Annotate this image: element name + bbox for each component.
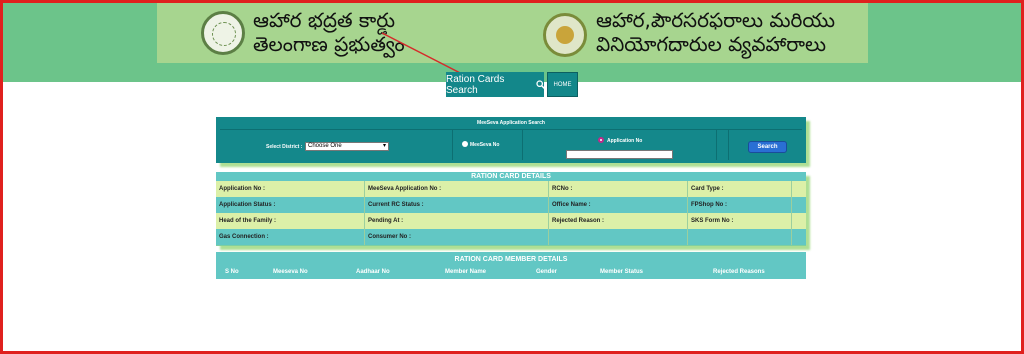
search-button[interactable]: Search <box>748 141 787 153</box>
detail-field-label: MeeSeva Application No : <box>365 181 549 197</box>
detail-field-label: Application Status : <box>216 197 365 213</box>
home-button[interactable]: HOME <box>547 72 578 97</box>
meeseva-no-label: MeeSeva No <box>470 142 500 148</box>
column-divider <box>728 130 729 160</box>
district-select[interactable]: Choose One ▾ <box>305 142 389 151</box>
detail-field-label: Pending At : <box>365 213 549 229</box>
detail-field-label: RCNo : <box>549 181 688 197</box>
member-details-title: RATION CARD MEMBER DETAILS <box>454 256 568 263</box>
ration-cards-search-button[interactable]: Ration Cards Search <box>446 72 544 97</box>
detail-field-label: Card Type : <box>688 181 792 197</box>
column-divider <box>716 130 717 160</box>
detail-field-label: Consumer No : <box>365 229 549 245</box>
detail-field-label: Head of the Family : <box>216 213 365 229</box>
detail-field-label: Application No : <box>216 181 365 197</box>
column-divider <box>522 130 523 160</box>
search-panel-title: MeeSeva Application Search <box>477 120 545 126</box>
member-column-header: Rejected Reasons <box>713 269 765 275</box>
column-divider <box>452 130 453 160</box>
detail-field-label: Current RC Status : <box>365 197 549 213</box>
detail-field-label: Gas Connection : <box>216 229 365 245</box>
detail-field-label <box>688 229 792 245</box>
meeseva-no-radio[interactable] <box>462 141 468 147</box>
district-label: Select District : <box>266 144 303 150</box>
member-column-header: Meeseva No <box>273 269 308 275</box>
search-panel-divider <box>220 129 802 130</box>
district-selected-value: Choose One <box>308 143 342 149</box>
details-row: Head of the Family : Pending At : Reject… <box>216 213 806 229</box>
application-no-radio[interactable] <box>598 137 604 143</box>
ration-cards-search-label: Ration Cards Search <box>446 73 505 96</box>
chevron-down-icon: ▾ <box>382 143 386 149</box>
meeseva-search-panel: MeeSeva Application Search Select Distri… <box>216 117 806 163</box>
home-label: HOME <box>553 81 572 88</box>
search-button-label: Search <box>757 144 778 150</box>
search-icon <box>535 80 544 89</box>
member-details-panel: RATION CARD MEMBER DETAILS S No Meeseva … <box>216 252 806 279</box>
member-column-header: Member Status <box>600 269 644 275</box>
ration-card-details-panel: RATION CARD DETAILS Application No : Mee… <box>216 172 806 246</box>
member-column-header: Member Name <box>445 269 487 275</box>
ration-card-details-title: RATION CARD DETAILS <box>216 172 806 181</box>
member-column-header: S No <box>225 269 239 275</box>
detail-field-label <box>549 229 688 245</box>
details-row: Gas Connection : Consumer No : <box>216 229 806 245</box>
details-row: Application No : MeeSeva Application No … <box>216 181 806 197</box>
detail-field-label: Rejected Reason : <box>549 213 688 229</box>
detail-field-label: Office Name : <box>549 197 688 213</box>
application-no-label: Application No <box>607 138 643 144</box>
detail-field-label: FPShop No : <box>688 197 792 213</box>
details-row: Application Status : Current RC Status :… <box>216 197 806 213</box>
member-column-header: Gender <box>536 269 558 275</box>
detail-field-label: SKS Form No : <box>688 213 792 229</box>
member-column-header: Aadhaar No <box>356 269 390 275</box>
application-no-input[interactable] <box>566 150 673 159</box>
